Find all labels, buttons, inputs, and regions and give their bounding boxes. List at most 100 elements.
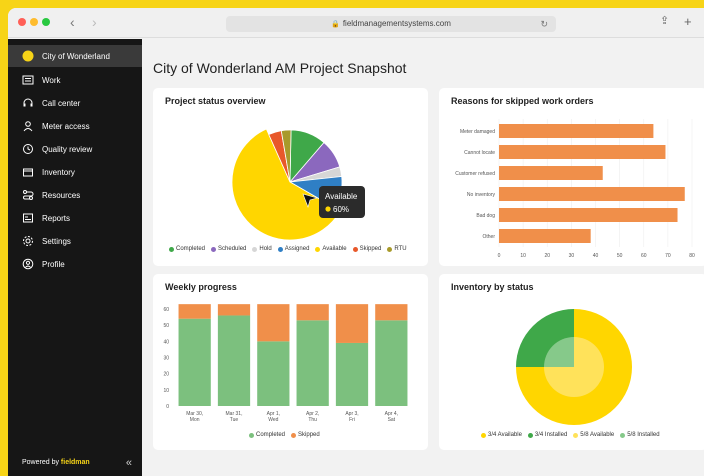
y-tick-label: No inventory [467,192,496,198]
y-tick-label: 30 [163,356,169,362]
bar-bad-dog[interactable] [499,208,678,222]
y-tick-label: Meter damaged [460,129,495,135]
bar-skipped[interactable] [296,304,329,321]
bar-cannot-locate[interactable] [499,145,666,159]
back-arrow-icon[interactable]: ‹ [70,14,75,30]
close-window-button[interactable] [18,18,26,26]
bar-skipped[interactable] [257,304,290,342]
sidebar-item-label: Meter access [42,121,90,131]
legend-swatch [387,246,393,252]
legend-label: Skipped [359,246,382,252]
legend-item: Scheduled [211,246,246,252]
bar-meter-damaged[interactable] [499,124,654,138]
y-tick-label: Customer refused [455,171,495,177]
bar-skipped[interactable] [178,304,211,319]
sidebar-item-label: Work [42,75,61,85]
sidebar-item-label: Inventory [42,167,75,177]
box-icon [22,166,34,178]
y-tick-label: 0 [166,404,169,410]
forward-arrow-icon[interactable]: › [92,14,97,30]
legend-label: 5/8 Installed [627,432,660,438]
legend-item: 3/4 Available [481,432,522,438]
x-tick-label: 80 [689,253,695,259]
tooltip-value: 60% [333,205,349,214]
headset-icon [22,97,34,109]
sidebar-item-label: Quality review [42,144,93,154]
legend-item: Hold [252,246,272,252]
bar-other[interactable] [499,229,591,243]
bar-skipped[interactable] [217,304,251,316]
legend-swatch [249,432,254,438]
bar-completed[interactable] [335,342,369,406]
legend-label: Available [322,246,347,252]
bar-completed[interactable] [296,320,329,406]
legend-item: Skipped [291,432,320,438]
share-icon[interactable]: ⇪ [660,14,669,27]
y-tick-label: Bad dog [476,213,495,219]
list-icon [22,74,34,86]
y-tick-label: 50 [163,323,169,329]
minimize-window-button[interactable] [30,18,38,26]
x-tick-label: 0 [498,253,501,259]
tooltip-label: Available [325,192,358,201]
report-icon [22,212,34,224]
legend-item: Assigned [277,246,309,252]
address-bar[interactable]: 🔒 fieldmanagementsystems.com ↻ [226,16,556,32]
x-tick-label: Fri [349,417,355,423]
legend-label: Skipped [298,432,320,438]
x-tick-label: 70 [665,253,671,259]
card-skipped-reasons: Reasons for skipped work orders 0 10 20 30 4… [439,88,704,266]
y-tick-label: Other [482,234,495,240]
sidebar-item-work[interactable]: Work [8,69,142,91]
legend-swatch [211,246,217,252]
legend-label: Completed [176,246,206,252]
page-title: City of Wonderland AM Project Snapshot [153,60,407,76]
main-content: City of Wonderland AM Project Snapshot P… [142,39,704,476]
browser-titlebar: ‹ › 🔒 fieldmanagementsystems.com ↻ ⇪ + [8,8,704,38]
bar-completed[interactable] [257,341,290,406]
inventory-status-pie-chart [516,309,632,425]
legend-item: 5/8 Available [573,432,614,438]
new-tab-icon[interactable]: + [684,14,692,29]
powered-by-text: Powered by [22,459,59,466]
bar-completed[interactable] [375,320,408,406]
x-tick-label: Sat [388,417,396,423]
bar-customer-refused[interactable] [499,166,603,180]
legend-swatch [169,246,174,252]
sidebar-item-quality-review[interactable]: Quality review [8,138,142,160]
y-tick-label: Cannot locate [464,150,495,156]
zoom-window-button[interactable] [42,18,50,26]
clock-check-icon [22,143,34,155]
sidebar-item-reports[interactable]: Reports [8,207,142,229]
sidebar-item-call-center[interactable]: Call center [8,92,142,114]
route-icon [22,189,34,201]
legend-item: RTU [387,246,407,252]
legend-item: Completed [249,432,285,438]
x-tick-label: 60 [641,253,647,259]
sidebar-item-label: Resources [42,190,81,200]
x-tick-label: 10 [520,253,526,259]
legend-swatch [620,432,626,438]
sidebar-item-city-of-wonderland[interactable]: City of Wonderland [8,45,142,67]
sidebar-item-settings[interactable]: Settings [8,230,142,252]
bar-no-inventory[interactable] [499,187,685,201]
sidebar-item-inventory[interactable]: Inventory [8,161,142,183]
collapse-sidebar-icon[interactable]: « [126,457,132,469]
legend-swatch [291,432,297,438]
reload-icon[interactable]: ↻ [540,16,548,32]
bar-skipped[interactable] [375,304,408,321]
sidebar-item-profile[interactable]: Profile [8,253,142,275]
weekly-progress-bar-chart: 0102030405060Mar 30,MonMar 31,TueApr 1,W… [163,304,408,423]
legend-swatch [277,246,283,252]
project-status-pie-chart: Available 60% [231,128,365,241]
sidebar-item-meter-access[interactable]: Meter access [8,115,142,137]
bar-completed[interactable] [178,318,211,406]
sidebar-item-label: Reports [42,213,71,223]
bar-completed[interactable] [217,315,251,406]
bar-skipped[interactable] [335,304,369,343]
key-person-icon [22,120,34,132]
sidebar-item-resources[interactable]: Resources [8,184,142,206]
sidebar: City of Wonderland Work Call center Meter a… [8,39,142,476]
legend-item: Skipped [352,246,382,252]
browser-window: ‹ › 🔒 fieldmanagementsystems.com ↻ ⇪ + Ci… [8,8,704,476]
